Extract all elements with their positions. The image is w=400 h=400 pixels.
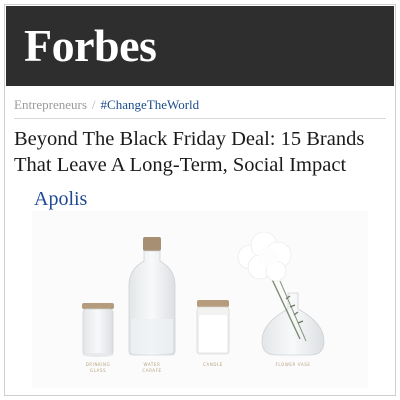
candle-product [196,300,230,355]
article-headline-line-2: That Leave A Long-Term, Social Impact [14,154,347,176]
product-photo-illustration: DRINKING GLASS WATER CARAFE CANDLE FLOWE… [32,211,368,388]
drinking-glass-label: DRINKING [86,362,111,367]
masthead: Forbes [6,6,394,86]
breadcrumb-tag-link[interactable]: #ChangeTheWorld [101,97,200,112]
article-headline: Beyond The Black Friday Deal: 15 Brands … [14,126,390,178]
breadcrumb: Entrepreneurs / #ChangeTheWorld [14,97,199,113]
product-photo: DRINKING GLASS WATER CARAFE CANDLE FLOWE… [32,211,368,388]
article-headline-line-1: Beyond The Black Friday Deal: 15 Brands [14,128,365,150]
drinking-glass-label-2: GLASS [90,368,106,373]
breadcrumb-section-link[interactable]: Entrepreneurs [14,97,87,112]
water-carafe-label-2: CARAFE [142,368,161,373]
drinking-glass-product [82,303,114,357]
water-carafe-label: WATER [144,362,161,367]
breadcrumb-separator: / [91,97,96,112]
flower-vase-label: FLOWER VASE [276,362,311,367]
candle-label: CANDLE [203,362,223,367]
forbes-logo[interactable]: Forbes [24,22,157,70]
brand-heading-link[interactable]: Apolis [34,187,87,211]
header-divider [14,118,386,119]
